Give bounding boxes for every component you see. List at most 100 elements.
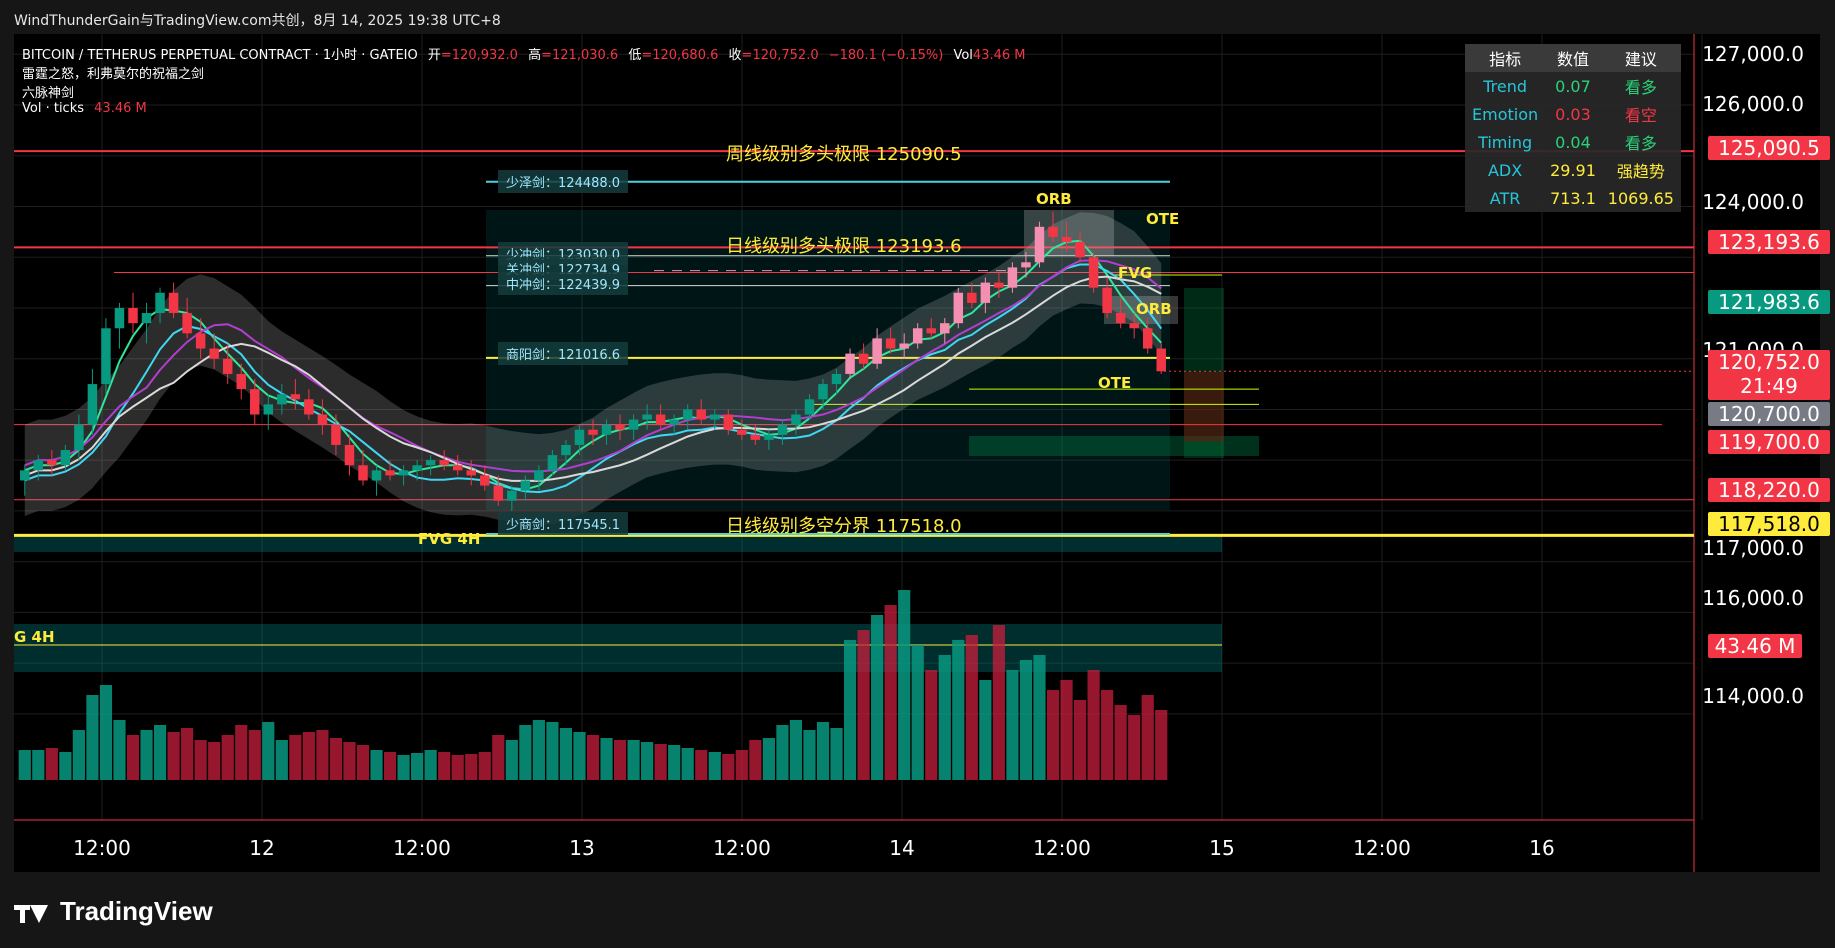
volume-bar — [830, 728, 843, 780]
volume-bar — [289, 735, 302, 780]
price-axis-label: 124,000.0 — [1702, 190, 1804, 214]
price-tag-118220[interactable]: 118,220.0 — [1708, 478, 1830, 502]
candle-body — [588, 429, 598, 435]
candle-body — [128, 307, 138, 324]
legend-volume[interactable]: Vol · ticks 43.46 M — [22, 101, 147, 116]
volume-bar — [235, 725, 248, 780]
candle-body — [561, 444, 571, 456]
candle-body — [304, 399, 314, 415]
candle-body — [74, 424, 84, 451]
volume-bar — [762, 738, 775, 780]
candle-body — [1115, 313, 1126, 324]
volume-bar — [86, 695, 99, 780]
volume-bar — [505, 740, 518, 780]
candle-body — [1021, 262, 1031, 268]
candle-body — [628, 419, 639, 430]
candle-body — [791, 414, 801, 425]
price-tag-crosshair[interactable]: 120,700.0 — [1708, 402, 1830, 426]
volume-bar — [424, 750, 437, 780]
volume-tag[interactable]: 43.46 M — [1708, 634, 1802, 658]
candle-body — [87, 384, 98, 425]
price-tag-119700[interactable]: 119,700.0 — [1708, 430, 1830, 454]
price-tag-weekly[interactable]: 125,090.5 — [1708, 136, 1830, 160]
volume-bar — [275, 740, 288, 780]
time-axis-label: 14 — [889, 836, 915, 860]
volume-bar — [221, 735, 234, 780]
indicator-name: ATR — [1489, 188, 1521, 208]
candle-body — [168, 292, 179, 314]
candle-body — [141, 313, 152, 324]
volume-bar — [857, 630, 870, 780]
legend-indicator-2[interactable]: 六脉神剑 — [22, 82, 74, 101]
candle-body — [858, 353, 869, 364]
volume-bar — [113, 720, 126, 780]
price-tag-green[interactable]: 121,983.6 — [1708, 290, 1830, 314]
candle-body — [466, 470, 476, 476]
candle-body — [493, 485, 504, 501]
price-tag-117518[interactable]: 117,518.0 — [1708, 512, 1830, 536]
indicator-name: ADX — [1487, 160, 1523, 180]
candle-body — [642, 414, 652, 420]
daily-bull-label: 日线级别多头极限 123193.6 — [726, 236, 962, 257]
volume-bar — [208, 742, 221, 780]
volume-bar — [776, 725, 789, 780]
volume-bar — [181, 728, 194, 780]
price-axis-label: 116,000.0 — [1702, 586, 1804, 610]
volume-bar — [789, 720, 803, 780]
legend-indicator-1[interactable]: 雷霆之怒，利弗莫尔的祝福之剑 — [22, 63, 204, 82]
volume-bar — [681, 748, 694, 780]
volume-bar — [911, 645, 924, 780]
brand-name: TradingView — [60, 896, 213, 926]
volume-bar — [898, 590, 911, 780]
legend-low: =120,680.6 — [641, 48, 719, 63]
time-axis-label: 12:00 — [1033, 836, 1091, 860]
candle-body — [398, 470, 409, 476]
chart-panel[interactable]: BITCOIN / TETHERUS PERPETUAL CONTRACT · … — [14, 34, 1830, 872]
price-tag-daily[interactable]: 123,193.6 — [1708, 230, 1830, 254]
legend-vol: 43.46 M — [972, 48, 1026, 63]
time-axis-label: 16 — [1529, 836, 1555, 860]
table-row: Timing 0.04 看多 — [1465, 128, 1681, 156]
volume-bar — [519, 725, 532, 780]
chart-header: WindThunderGain与TradingView.com共创，8月 14,… — [14, 13, 501, 29]
sword-label: 少泽剑：124488.0 — [498, 170, 629, 193]
volume-bar — [816, 722, 830, 780]
candle-body — [507, 490, 517, 501]
legend-symbol[interactable]: BITCOIN / TETHERUS PERPETUAL CONTRACT · … — [22, 48, 418, 63]
candle-body — [1142, 328, 1153, 349]
legend-ohlc: BITCOIN / TETHERUS PERPETUAL CONTRACT · … — [22, 44, 1026, 63]
candle-body — [967, 292, 977, 303]
candle-body — [818, 384, 828, 400]
legend-low-label: 低 — [628, 48, 642, 63]
table-row: ADX 29.91 强趋势 — [1465, 156, 1681, 184]
volume-bar — [1060, 680, 1073, 780]
volume-bar — [843, 640, 857, 780]
candle-body — [615, 424, 625, 430]
candle-body — [452, 465, 463, 471]
volume-bar — [735, 750, 748, 780]
volume-bar — [938, 655, 951, 780]
candle-body — [885, 338, 896, 349]
price-tag-last[interactable]: 120,752.0 21:49 — [1708, 350, 1830, 400]
legend-change: −180.1 (−0.15%) — [828, 48, 944, 63]
indicator-name: Timing — [1478, 132, 1533, 152]
volume-bar — [668, 745, 681, 780]
candle-body — [777, 424, 788, 435]
candle-body — [669, 419, 679, 425]
candle-body — [940, 323, 950, 334]
indicator-advice: 看多 — [1624, 134, 1657, 153]
volume-bar — [613, 740, 627, 780]
candle-body — [1048, 226, 1058, 237]
candle-body — [33, 460, 44, 471]
candle-body — [277, 394, 287, 405]
table-header-advice: 建议 — [1600, 44, 1681, 72]
volume-bar — [586, 735, 600, 780]
volume-bar — [478, 752, 491, 780]
candle-body — [804, 399, 815, 415]
volume-bar — [532, 720, 545, 780]
volume-bar — [59, 752, 72, 780]
candle-body — [750, 434, 761, 440]
time-axis-label: 13 — [569, 836, 595, 860]
tradingview-logo[interactable]: TradingView — [14, 896, 213, 927]
volume-bar — [18, 750, 31, 780]
